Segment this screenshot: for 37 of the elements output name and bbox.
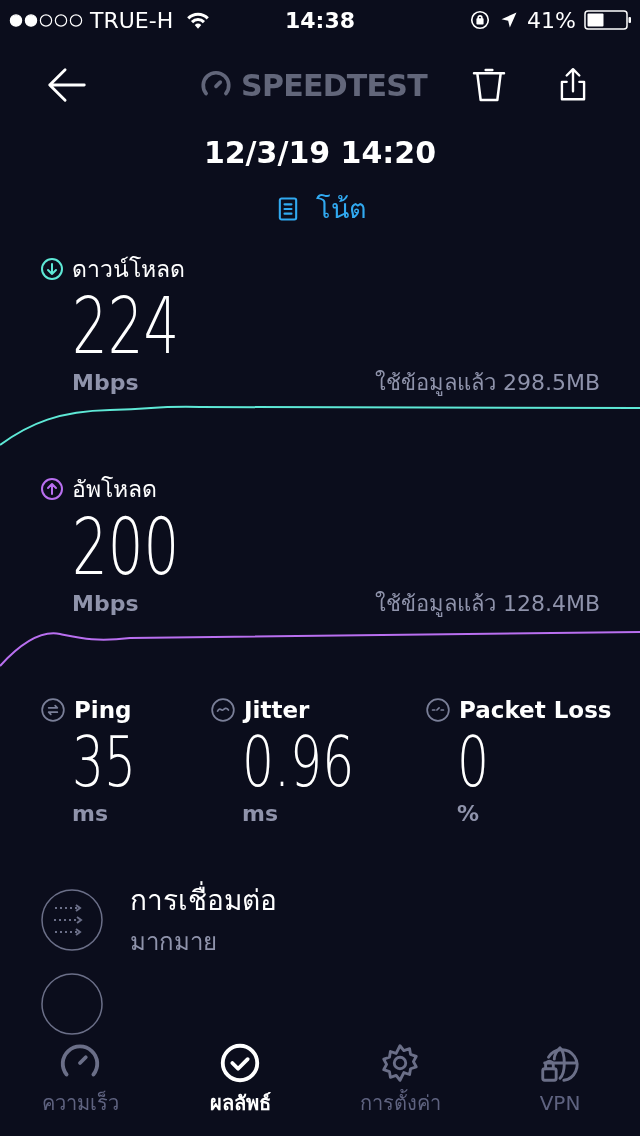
speed-value: 200	[72, 506, 180, 587]
battery-icon	[584, 10, 632, 30]
rotation-lock-icon	[469, 9, 492, 31]
metric-label: Jitter	[244, 695, 310, 725]
connections-icon	[40, 888, 104, 952]
tab-item[interactable]: ความเร็ว	[0, 1036, 160, 1136]
data-used: ใช้ข้อมูลแล้ว 128.4MB	[374, 589, 600, 619]
dash-icon	[425, 696, 451, 723]
carrier-name: TRUE-H	[90, 6, 174, 35]
note-link[interactable]: โน้ต	[273, 189, 367, 230]
wave-icon	[210, 696, 236, 723]
tab-item[interactable]: การตั้งค่า	[320, 1036, 480, 1136]
battery-percent: 41%	[527, 6, 576, 35]
metric-unit: %	[456, 800, 481, 828]
wifi-icon	[185, 10, 212, 30]
speed-value: 224	[72, 286, 180, 366]
speed-label: ดาวน์โหลด	[72, 254, 185, 284]
detail-subtitle: มากมาย	[130, 927, 218, 958]
speed-unit: Mbps	[72, 369, 139, 397]
metric-unit: ms	[71, 800, 110, 828]
detail-title: การเชื่อมต่อ	[130, 880, 277, 922]
metric-unit: ms	[241, 800, 280, 828]
tab-item[interactable]: VPN	[480, 1036, 640, 1136]
speed-unit: Mbps	[72, 589, 139, 618]
metric-label: Ping	[74, 695, 132, 725]
metric-label: Packet Loss	[459, 695, 612, 725]
tab-item[interactable]: ผลลัพธ์	[160, 1036, 320, 1136]
data-used: ใช้ข้อมูลแล้ว 298.5MB	[374, 369, 600, 398]
clock-time: 14:38	[284, 6, 356, 35]
speed-label: อัพโหลด	[72, 475, 157, 504]
metric-value: 35	[72, 727, 137, 797]
arrows-icon	[40, 696, 66, 723]
speedtest-logo: SPEEDTEST	[241, 66, 427, 105]
signal-icon	[8, 12, 84, 28]
metric-value: 0.96	[242, 727, 355, 797]
test-date: 12/3/19 14:20	[202, 134, 438, 172]
metric-value: 0	[457, 727, 490, 797]
